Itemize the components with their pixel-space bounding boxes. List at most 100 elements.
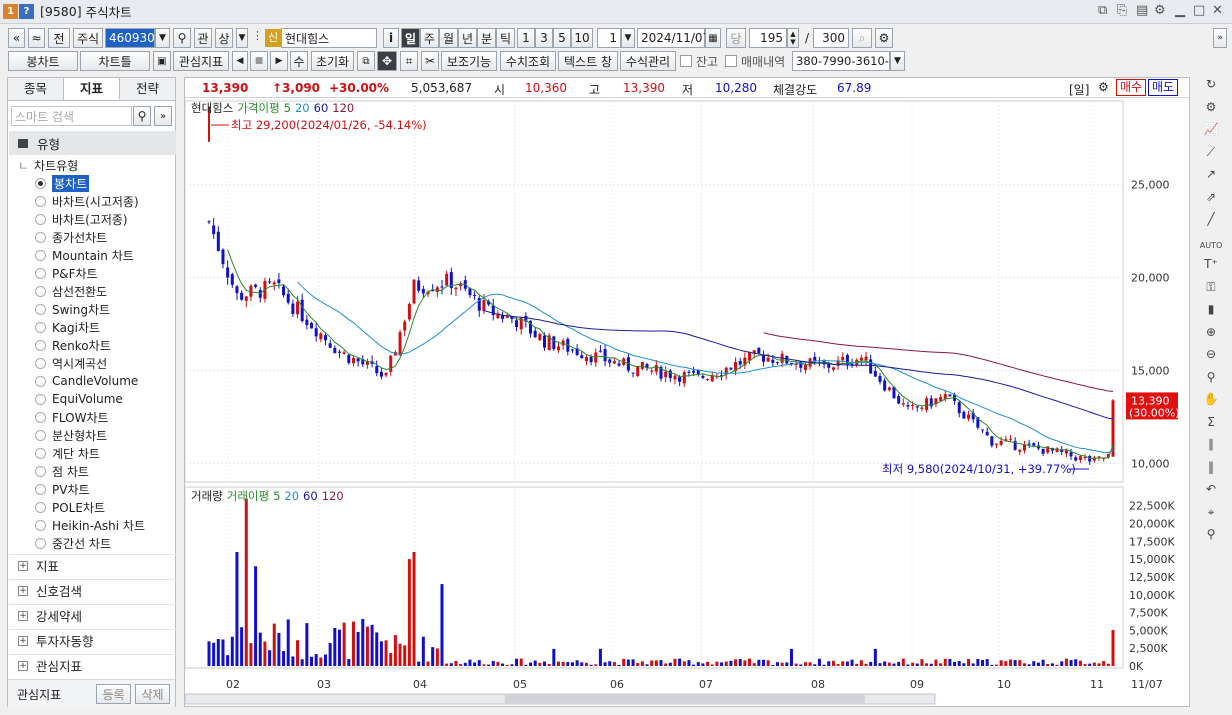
calendar-icon[interactable]: ▦: [705, 28, 721, 48]
chart-type-option[interactable]: Renko차트: [35, 336, 111, 354]
period-tick-button[interactable]: 틱: [496, 28, 515, 48]
tool-settings-icon[interactable]: ⚙: [1197, 100, 1225, 123]
line-tool-icon[interactable]: ╱: [1197, 212, 1225, 235]
arrow-tool-icon[interactable]: ↗: [1197, 167, 1225, 190]
chart-type-option[interactable]: 역시계곡선: [35, 354, 107, 372]
text-tool-icon[interactable]: T⁺: [1197, 257, 1225, 280]
radio-icon[interactable]: [35, 195, 46, 207]
bars2-icon[interactable]: ‖: [1197, 460, 1225, 483]
trades-checkbox[interactable]: [725, 55, 737, 67]
chart-type-option[interactable]: 삼선전환도: [35, 282, 107, 300]
sidebar-group[interactable]: + 지표: [9, 554, 176, 576]
radio-icon[interactable]: [35, 357, 46, 369]
sang-button[interactable]: 상: [215, 28, 233, 48]
info-button[interactable]: i: [383, 28, 399, 48]
count-input[interactable]: 195: [749, 28, 787, 48]
period-minute-button[interactable]: 분: [477, 28, 496, 48]
sang-dropdown-icon[interactable]: ▼: [236, 28, 248, 48]
chart-type-option[interactable]: FLOW차트: [35, 408, 109, 426]
chart-frame-button[interactable]: 차트틀: [80, 51, 150, 71]
radio-icon[interactable]: [35, 303, 46, 315]
settings-icon[interactable]: ⚙: [1154, 3, 1166, 18]
tab-indicator[interactable]: 지표: [64, 78, 120, 100]
radio-icon[interactable]: [35, 321, 46, 333]
code-input[interactable]: 460930: [105, 28, 155, 48]
radio-icon[interactable]: [35, 519, 46, 531]
zoom-out-icon[interactable]: ⊖: [1197, 347, 1225, 370]
chart-type-option[interactable]: POLE차트: [35, 498, 105, 516]
text-window-button[interactable]: 텍스트 창: [558, 51, 618, 71]
radio-icon[interactable]: [35, 213, 46, 225]
period-day-button[interactable]: 일: [401, 28, 420, 48]
radio-icon[interactable]: [35, 465, 46, 477]
zoom-add-icon[interactable]: ⌕: [852, 28, 872, 48]
aux-function-button[interactable]: 보조기능: [441, 51, 497, 71]
prev-button[interactable]: «: [8, 28, 25, 48]
radio-icon[interactable]: [35, 177, 46, 189]
su-button[interactable]: 수: [290, 51, 308, 71]
formula-manage-button[interactable]: 수식관리: [620, 51, 676, 71]
magnifier-icon[interactable]: ⚲: [1197, 370, 1225, 393]
print-icon[interactable]: ▤: [1136, 3, 1148, 18]
sidebar-group[interactable]: + 투자자동향: [9, 629, 176, 651]
stock-list-button[interactable]: ≈: [28, 28, 45, 48]
nav-right-icon[interactable]: ▶: [270, 51, 288, 71]
auto-line-icon[interactable]: AUTO: [1197, 235, 1225, 258]
trend-tool-icon[interactable]: ⟋: [1197, 145, 1225, 168]
expand-icon[interactable]: +: [18, 610, 28, 621]
tools-icon[interactable]: ✂: [421, 51, 439, 71]
count-spinner-icon[interactable]: ▲ ▼: [787, 28, 799, 48]
smart-search-input[interactable]: 스마트 검색: [11, 106, 132, 126]
chart-type-option[interactable]: PV차트: [35, 480, 90, 498]
undo-icon[interactable]: ↶: [1197, 482, 1225, 505]
expand-right-icon[interactable]: »: [1213, 28, 1227, 48]
expand-icon[interactable]: +: [18, 635, 28, 646]
stock-name-field[interactable]: 현대힘스: [281, 28, 377, 48]
radio-icon[interactable]: [35, 411, 46, 423]
account-select[interactable]: 380-7990-3610-1: [792, 51, 896, 71]
chart-type-option[interactable]: 봉차트: [35, 174, 90, 192]
code-dropdown-icon[interactable]: ▼: [155, 28, 170, 48]
chart-type-button[interactable]: 봉차트: [8, 51, 78, 71]
sidebar-collapse-icon[interactable]: »: [154, 106, 172, 126]
type-group[interactable]: 유형: [9, 131, 176, 155]
radio-icon[interactable]: [35, 447, 46, 459]
account-dropdown-icon[interactable]: ▼: [890, 51, 905, 71]
chart-type-option[interactable]: P&F차트: [35, 264, 98, 282]
tab-strategy[interactable]: 전략: [120, 78, 175, 100]
find-icon[interactable]: ⚲: [1197, 527, 1225, 550]
zoom-in-icon[interactable]: ⊕: [1197, 325, 1225, 348]
chart-type-option[interactable]: 계단 차트: [35, 444, 100, 462]
candle-tool-icon[interactable]: ▮: [1197, 302, 1225, 325]
interval-5-button[interactable]: 5: [553, 28, 571, 48]
sell-button[interactable]: 매도: [1148, 79, 1178, 96]
radio-icon[interactable]: [35, 393, 46, 405]
chart-type-option[interactable]: Kagi차트: [35, 318, 100, 336]
price-volume-chart[interactable]: 25,000 20,000 15,000 10,000 22,500K 20,000K 17…: [185, 99, 1189, 706]
interest-indicator-button[interactable]: 관심지표: [173, 51, 229, 71]
save-icon[interactable]: ▣: [153, 51, 171, 71]
pointer-icon[interactable]: ⌖: [1197, 505, 1225, 528]
radio-icon[interactable]: [35, 537, 46, 549]
radio-icon[interactable]: [35, 429, 46, 441]
sidebar-search-icon[interactable]: ⚲: [133, 106, 151, 126]
nav-left-icon[interactable]: ◀: [232, 51, 248, 71]
interval-10-button[interactable]: 10: [571, 28, 593, 48]
grid-icon[interactable]: ⌗: [400, 51, 418, 71]
help-icon[interactable]: ?: [19, 4, 34, 19]
tab-stock[interactable]: 종목: [8, 78, 64, 100]
numeric-query-button[interactable]: 수치조회: [500, 51, 556, 71]
balance-checkbox[interactable]: [680, 55, 692, 67]
stop-icon[interactable]: ■: [250, 51, 268, 71]
crosshair-icon[interactable]: ✥: [377, 51, 397, 71]
chart-type-option[interactable]: 바차트(시고저종): [35, 192, 139, 210]
expand-icon[interactable]: +: [18, 560, 28, 571]
chart-type-option[interactable]: CandleVolume: [35, 372, 138, 390]
sidebar-group[interactable]: + 강세약세: [9, 604, 176, 626]
hand-tool-icon[interactable]: ✋: [1197, 392, 1225, 415]
chart-type-option[interactable]: 중간선 차트: [35, 534, 111, 552]
chart-icon[interactable]: 📈: [1197, 122, 1225, 145]
close-icon[interactable]: ✕: [1212, 3, 1223, 18]
window-icon[interactable]: ⧉: [357, 51, 375, 71]
link-icon[interactable]: ⧉: [1098, 3, 1107, 18]
